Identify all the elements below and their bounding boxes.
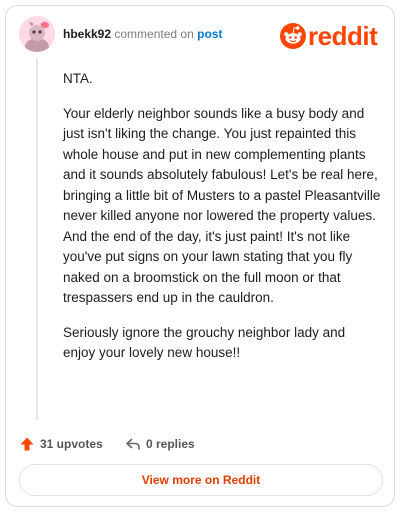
comment-paragraph: Seriously ignore the grouchy neighbor la… (63, 324, 346, 361)
comment-body: NTA. Your elderly neighbor sounds like a… (63, 69, 381, 378)
reddit-snoo-icon (280, 23, 306, 49)
comment-card: hbekk92 commented on post reddit NTA. Yo… (5, 5, 395, 507)
upvote-count: 31 upvotes (40, 437, 103, 451)
reddit-wordmark: reddit (308, 21, 378, 51)
comment-paragraph: Your elderly neighbor sounds like a busy… (63, 105, 381, 306)
view-more-button[interactable]: View more on Reddit (19, 464, 383, 496)
comment-header: hbekk92 commented on post reddit (6, 6, 394, 66)
username[interactable]: hbekk92 (63, 27, 111, 41)
avatar[interactable] (19, 16, 55, 52)
reddit-logo[interactable]: reddit (280, 20, 384, 52)
reply-button[interactable]: 0 replies (125, 434, 195, 454)
comment-paragraph: NTA. (63, 71, 93, 86)
upvote-arrow-icon (20, 437, 34, 451)
comment-actions: 31 upvotes 0 replies (19, 434, 379, 454)
comment-meta: hbekk92 commented on post (63, 27, 222, 41)
reply-arrow-icon (126, 438, 140, 450)
upvote-button[interactable]: 31 upvotes (19, 434, 103, 454)
post-link[interactable]: post (197, 27, 222, 41)
reply-count: 0 replies (146, 437, 195, 451)
thread-line (36, 58, 38, 420)
commented-on-label: commented on (114, 27, 194, 41)
